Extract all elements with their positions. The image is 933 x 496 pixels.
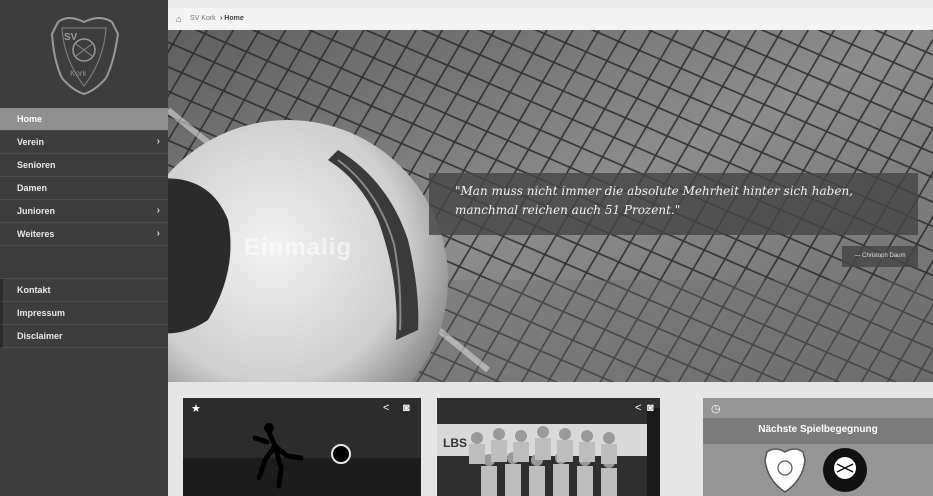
sidebar-item-verein[interactable]: Verein › (0, 131, 168, 154)
sidebar-item-junioren[interactable]: Junioren › (0, 200, 168, 223)
sidebar-item-impressum[interactable]: Impressum (0, 302, 168, 325)
sidebar-item-home[interactable]: Home (0, 108, 168, 131)
share-icon[interactable]: < (383, 402, 389, 414)
sidebar-item-label: Senioren (17, 160, 56, 170)
svg-text:SV: SV (64, 32, 78, 43)
clock-icon: ◷ (711, 403, 721, 415)
sidebar-item-senioren[interactable]: Senioren (0, 154, 168, 177)
quote-author: — Christoph Daum (842, 246, 918, 267)
quote-text-line: manchmal reichen auch 51 Prozent." (455, 203, 681, 217)
quote-box: "Man muss nicht immer die absolute Mehrh… (429, 173, 918, 235)
sidebar-item-label: Disclaimer (17, 331, 63, 341)
svg-text:Kork: Kork (70, 69, 87, 78)
sidebar-item-disclaimer[interactable]: Disclaimer (0, 325, 168, 348)
breadcrumb-link[interactable]: SV Kork (190, 8, 216, 30)
hero-banner: Einmalig "Man muss nicht immer die absol… (168, 30, 933, 382)
breadcrumb-current: › Home (220, 15, 244, 22)
quote-text-line: "Man muss nicht immer die absolute Mehrh… (455, 184, 853, 198)
sidebar-item-label: Damen (17, 183, 48, 193)
sidebar-item-damen[interactable]: Damen (0, 177, 168, 200)
nav-divider (0, 246, 168, 279)
team-photo-card[interactable]: LBS < ◙ (437, 398, 660, 496)
next-match-card[interactable]: ◷ Nächste Spielbegegnung (703, 398, 933, 496)
club-logo[interactable]: SV Kork (0, 0, 168, 108)
chevron-right-icon: › (156, 205, 160, 216)
main-nav: Home Verein › Senioren Damen Junioren › … (0, 108, 168, 348)
banner-text: LBS (443, 436, 467, 450)
sidebar-item-label: Impressum (17, 308, 66, 318)
sidebar-item-label: Home (17, 114, 43, 124)
home-icon[interactable]: ⌂ (176, 8, 181, 30)
card-image (437, 398, 660, 496)
card-graphics (703, 398, 933, 496)
camera-icon[interactable]: ◙ (403, 402, 410, 414)
chevron-right-icon: › (156, 228, 160, 239)
chevron-right-icon: › (156, 136, 160, 147)
sidebar-item-label: Verein (17, 137, 45, 147)
sidebar-item-label: Kontakt (17, 285, 51, 295)
sidebar-item-weiteres[interactable]: Weiteres › (0, 223, 168, 246)
sidebar-item-label: Weiteres (17, 229, 55, 239)
content-cards: ★ < ◙ LBS < ◙ ◷ Nächste Spielbegegnung (168, 382, 933, 496)
sidebar-item-kontakt[interactable]: Kontakt (0, 279, 168, 302)
camera-icon[interactable]: ◙ (647, 402, 654, 414)
sidebar: SV Kork Home Verein › Senioren Damen Jun… (0, 0, 168, 496)
breadcrumb: ⌂ SV Kork › Home (168, 8, 933, 30)
star-icon: ★ (191, 403, 201, 415)
card-title: Nächste Spielbegegnung (758, 424, 878, 435)
sidebar-item-label: Junioren (17, 206, 56, 216)
share-icon[interactable]: < (635, 402, 641, 414)
news-card[interactable]: ★ < ◙ (183, 398, 421, 496)
hero-title: Einmalig (244, 234, 353, 261)
